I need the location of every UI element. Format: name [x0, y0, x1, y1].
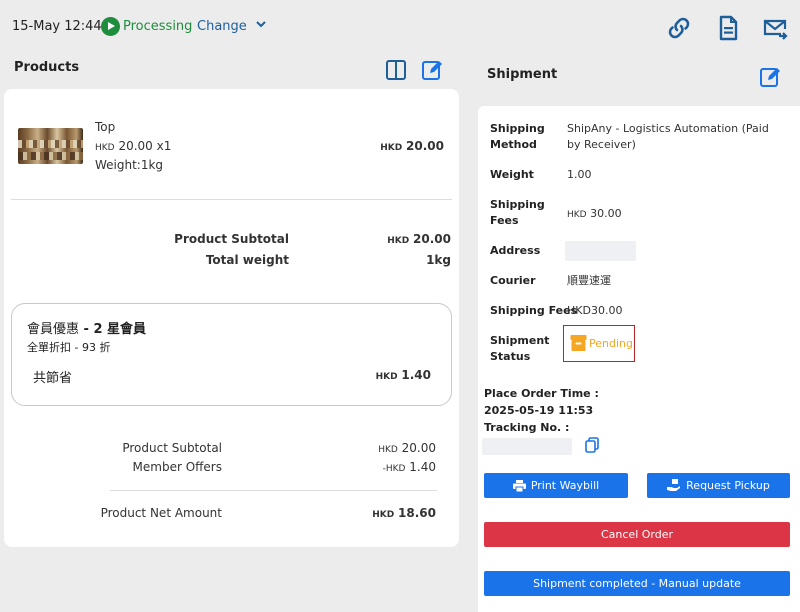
edit-icon[interactable]	[759, 66, 781, 88]
currency-label: HKD	[567, 210, 587, 220]
currency-label: HKD	[380, 143, 403, 153]
line-total-value: 20.00	[406, 139, 444, 153]
products-title: Products	[14, 60, 80, 75]
shipping-fees-value: HKD 30.00	[567, 206, 622, 223]
subtotal-amount: 20.00	[413, 232, 451, 246]
copy-icon[interactable]	[585, 437, 599, 453]
tracking-no-label: Tracking No. :	[484, 421, 570, 434]
product-unit-price: HKD 20.00 x1	[95, 139, 171, 153]
shipment-completed-button[interactable]: Shipment completed - Manual update	[484, 571, 790, 596]
play-circle-icon	[101, 17, 120, 36]
shipment-completed-label: Shipment completed - Manual update	[533, 577, 741, 590]
currency-label: HKD	[378, 445, 398, 455]
divider	[11, 199, 452, 200]
shipping-fees-value-2: HKD30.00	[567, 304, 623, 317]
net-amount-label: Product Net Amount	[100, 506, 222, 520]
address-label: Address	[490, 244, 541, 257]
net-amount: 18.60	[398, 506, 436, 520]
weight-value: 1.00	[567, 168, 592, 181]
order-datetime: 15-May 12:44	[12, 19, 102, 34]
product-name: Top	[95, 120, 116, 134]
change-status-link[interactable]: Change	[197, 19, 247, 34]
shipment-title: Shipment	[487, 67, 558, 82]
currency-label: HKD	[375, 372, 398, 382]
top-bar: 15-May 12:44 Processing Change	[0, 0, 800, 56]
courier-label: Courier	[490, 274, 536, 287]
currency-label: -HKD	[382, 464, 406, 474]
shipping-fees-amount: 30.00	[590, 207, 622, 220]
address-redacted	[565, 241, 636, 261]
summary-subtotal-value: HKD 20.00	[378, 441, 436, 455]
shipment-status-label: Shipment Status	[490, 334, 550, 363]
place-order-time-label: Place Order Time :	[484, 387, 599, 400]
shipping-fees-label: Shipping Fees	[490, 198, 545, 227]
product-line-total: HKD 20.00	[380, 139, 444, 153]
offer-savings-label: 共節省	[33, 371, 73, 386]
subtotal-value: HKD 20.00	[387, 232, 451, 246]
summary-subtotal-label: Product Subtotal	[122, 441, 222, 455]
link-icon[interactable]	[665, 14, 693, 42]
offer-name: 會員優惠	[27, 322, 80, 337]
shipping-method-value: ShipAny - Logistics Automation (Paid by …	[567, 122, 769, 151]
tracking-no-redacted	[482, 438, 572, 455]
document-icon[interactable]	[714, 14, 742, 42]
printer-icon	[512, 479, 526, 492]
print-waybill-button[interactable]: Print Waybill	[484, 473, 628, 498]
net-amount-value: HKD 18.60	[372, 506, 436, 520]
archive-box-icon	[570, 335, 587, 351]
offer-tier: - 2 星會員	[79, 322, 147, 337]
shipping-fees-label-2: Shipping Fees	[490, 304, 578, 317]
offer-title: 會員優惠 - 2 星會員	[27, 318, 146, 337]
chevron-down-icon[interactable]	[255, 18, 267, 30]
shipment-status-value: Pending	[589, 337, 633, 350]
courier-value: 順豐速運	[567, 274, 611, 287]
request-pickup-button[interactable]: Request Pickup	[647, 473, 790, 498]
mail-send-icon[interactable]	[761, 14, 789, 42]
cancel-order-label: Cancel Order	[600, 528, 674, 541]
divider	[110, 490, 437, 491]
shipping-method-label: Shipping Method	[490, 122, 545, 151]
subtotal-label: Product Subtotal	[174, 232, 289, 246]
weight-label: Weight	[490, 168, 534, 181]
member-offers-amount: 1.40	[409, 460, 436, 474]
currency-label: HKD	[372, 510, 395, 520]
order-status: Processing	[123, 19, 193, 34]
member-offers-value: -HKD 1.40	[383, 460, 436, 474]
offer-savings-value: HKD 1.40	[376, 368, 431, 382]
currency-label: HKD	[95, 143, 115, 153]
summary-subtotal-amount: 20.00	[401, 441, 436, 455]
cancel-order-button[interactable]: Cancel Order	[484, 522, 790, 547]
product-thumbnail[interactable]	[18, 128, 83, 164]
total-weight-label: Total weight	[205, 253, 289, 267]
offer-discount: 全單折扣 - 93 折	[27, 341, 111, 354]
place-order-time-value: 2025-05-19 11:53	[484, 404, 594, 417]
hand-package-icon	[667, 479, 681, 491]
request-pickup-label: Request Pickup	[686, 479, 770, 492]
total-weight-value: 1kg	[426, 253, 451, 267]
split-view-icon[interactable]	[385, 59, 407, 81]
member-offers-label: Member Offers	[132, 460, 222, 474]
currency-label: HKD	[387, 236, 410, 246]
savings-amount: 1.40	[401, 368, 431, 382]
print-waybill-label: Print Waybill	[530, 479, 600, 492]
edit-icon[interactable]	[421, 59, 443, 81]
product-weight: Weight:1kg	[95, 158, 164, 172]
unit-price-value: 20.00 x1	[118, 139, 172, 153]
